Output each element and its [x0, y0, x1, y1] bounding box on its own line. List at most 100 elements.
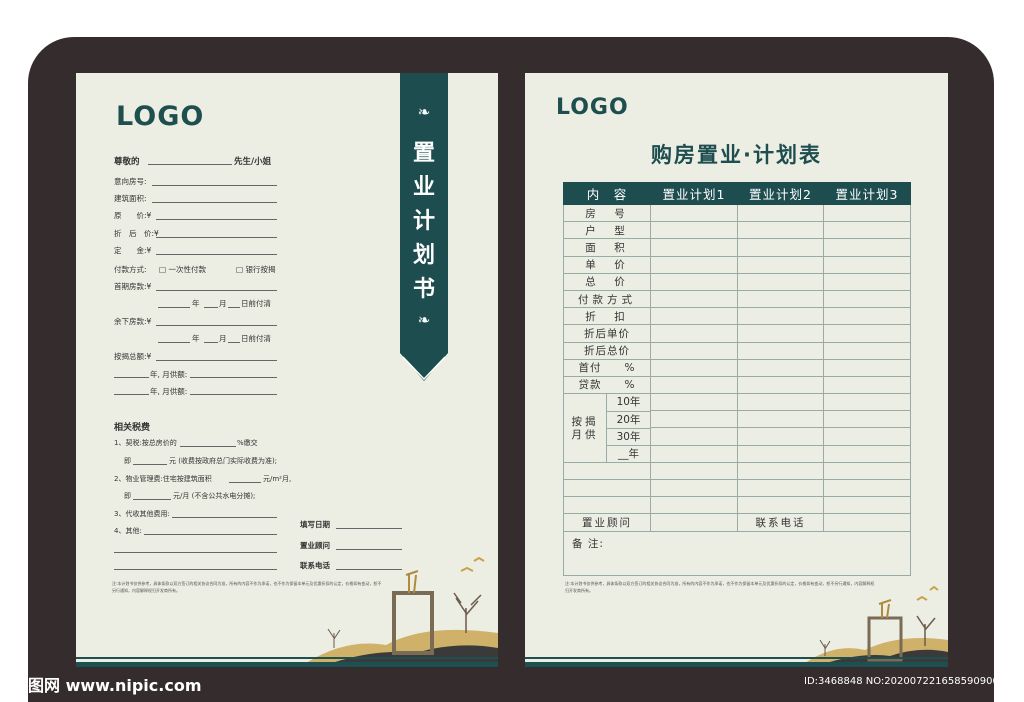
title-ribbon: ❧ 置 业 计 划 书 ❧ [400, 73, 448, 384]
table-row: 首付 % [563, 358, 911, 377]
rem-month-line[interactable] [204, 342, 218, 343]
field-area: 建筑面积: [114, 194, 147, 203]
tax2: 2、物业管理费:住宅按建筑面积 [114, 475, 212, 483]
field-room-line[interactable] [152, 185, 277, 186]
row-label: 折后单价 [563, 324, 651, 343]
tax-extra-line2[interactable] [114, 569, 277, 570]
header-plan1: 置业计划1 [650, 182, 738, 205]
greeting: 尊敬的 [114, 157, 140, 167]
payment-option-mortgage[interactable]: □ 银行按揭 [236, 264, 275, 275]
field-area-line[interactable] [152, 202, 277, 203]
down-due: 日前付清 [241, 299, 271, 308]
rem-month: 月 [219, 334, 227, 343]
consultant-line[interactable] [336, 549, 402, 550]
fill-date-line[interactable] [336, 528, 402, 529]
tax1b-line[interactable] [133, 464, 167, 465]
table-row [563, 461, 911, 481]
tax1b: 元 (收费按政府总门实际收费为准); [169, 457, 278, 465]
header-plan2: 置业计划2 [737, 182, 824, 205]
years2-label: 年, 月供额: [150, 387, 188, 396]
remarks-label: 备 注: [572, 537, 604, 550]
left-bottom-rule-thin [76, 657, 498, 659]
plan-table: 内 容 置业计划1 置业计划2 置业计划3 房 号 户 型 面 积 单 价 总 … [563, 182, 911, 576]
down-month-line[interactable] [204, 307, 218, 308]
row-label: 总 价 [563, 272, 651, 291]
rem-day-line[interactable] [228, 342, 240, 343]
tax2b-line[interactable] [133, 499, 171, 500]
down-month: 月 [219, 299, 227, 308]
taxes-title: 相关税费 [114, 423, 151, 433]
greeting-suffix: 先生/小姐 [234, 157, 272, 167]
tax3-line[interactable] [172, 517, 277, 518]
monthly2-line[interactable] [190, 394, 277, 395]
mortgage-total-line[interactable] [156, 360, 277, 361]
tax1-line[interactable] [180, 446, 236, 447]
table-row: 户 型 [563, 221, 911, 240]
field-price-line[interactable] [156, 219, 277, 220]
monthly1-line[interactable] [190, 377, 277, 378]
row-label: 折 扣 [563, 307, 651, 326]
remaining-line[interactable] [156, 325, 277, 326]
right-bottom-rule [525, 662, 948, 667]
rem-year-line[interactable] [158, 342, 190, 343]
field-room: 意向房号: [114, 177, 147, 186]
plan-header-row: 内 容 置业计划1 置业计划2 置业计划3 [563, 182, 911, 205]
remarks-cell[interactable]: 备 注: [563, 530, 911, 576]
mortgage-total-label: 按揭总额:¥ [114, 352, 152, 361]
landscape-decoration-right [805, 585, 948, 667]
table-row: 按揭月供 10年 20年 30年 __年 [563, 393, 911, 463]
left-page: LOGO 尊敬的 先生/小姐 意向房号: 建筑面积: 原 价:¥ 折 后 价:¥… [76, 73, 498, 667]
payment-label: 付款方式: [114, 265, 147, 274]
table-row [563, 478, 911, 498]
mortgage-term-4: __年 [607, 445, 650, 462]
mortgage-term-3: 30年 [607, 428, 650, 445]
field-price: 原 价:¥ [114, 211, 152, 220]
table-row: 贷款 % [563, 375, 911, 395]
tax4: 4、其他: [114, 527, 142, 535]
mortgage-group: 按揭月供 10年 20年 30年 __年 [563, 393, 651, 463]
tax2b-prefix: 即 [124, 492, 131, 500]
years1-label: 年, 月供额: [150, 370, 188, 379]
ribbon-char-4: 划 [412, 242, 435, 268]
mortgage-term-2: 20年 [607, 411, 650, 428]
header-plan3: 置业计划3 [823, 182, 911, 205]
row-label: 折后总价 [563, 341, 651, 360]
field-discount-line[interactable] [156, 237, 277, 238]
landscape-decoration [306, 556, 498, 667]
ornament-top-icon: ❧ [417, 103, 431, 121]
header-content: 内 容 [563, 182, 651, 205]
years1-line[interactable] [114, 377, 149, 378]
tax2-line[interactable] [229, 482, 261, 483]
consultant-cell: 置业顾问 [563, 513, 651, 532]
table-row: 折后总价 [563, 341, 911, 360]
left-logo: LOGO [116, 101, 205, 132]
tax2b: 元/月 (不含公共水电分摊); [173, 492, 256, 500]
right-bottom-rule-thin [525, 657, 948, 659]
row-label: 首付 % [563, 358, 651, 377]
payment-option-lump[interactable]: □ 一次性付款 [159, 264, 206, 275]
table-row: 置业顾问 联系电话 [563, 513, 911, 532]
tax1-suffix: %缴交 [237, 439, 258, 447]
field-deposit: 定 金:¥ [114, 246, 152, 255]
tax1b-prefix: 即 [124, 457, 131, 465]
field-deposit-line[interactable] [156, 254, 277, 255]
tax-extra-line1[interactable] [114, 552, 277, 553]
image-id-watermark: ID:3468848 NO:20200722165859090085 [804, 676, 1012, 687]
down-day-line[interactable] [228, 307, 240, 308]
rem-year: 年 [192, 334, 200, 343]
tax4-line[interactable] [144, 534, 277, 535]
table-row: 单 价 [563, 255, 911, 274]
years2-line[interactable] [114, 394, 149, 395]
row-label: 单 价 [563, 255, 651, 274]
mortgage-term-1: 10年 [616, 396, 641, 409]
row-label: 面 积 [563, 238, 651, 257]
mortgage-label: 按揭月供 [571, 416, 599, 442]
tax2-suffix: 元/m²月, [263, 475, 292, 483]
down-payment-line[interactable] [156, 290, 277, 291]
down-year-line[interactable] [158, 307, 190, 308]
tax3: 3、代收其他费用: [114, 510, 170, 518]
remaining-label: 余下房款:¥ [114, 317, 152, 326]
table-row: 折 扣 [563, 307, 911, 326]
row-label: 贷款 % [563, 375, 651, 395]
table-row [563, 496, 911, 515]
